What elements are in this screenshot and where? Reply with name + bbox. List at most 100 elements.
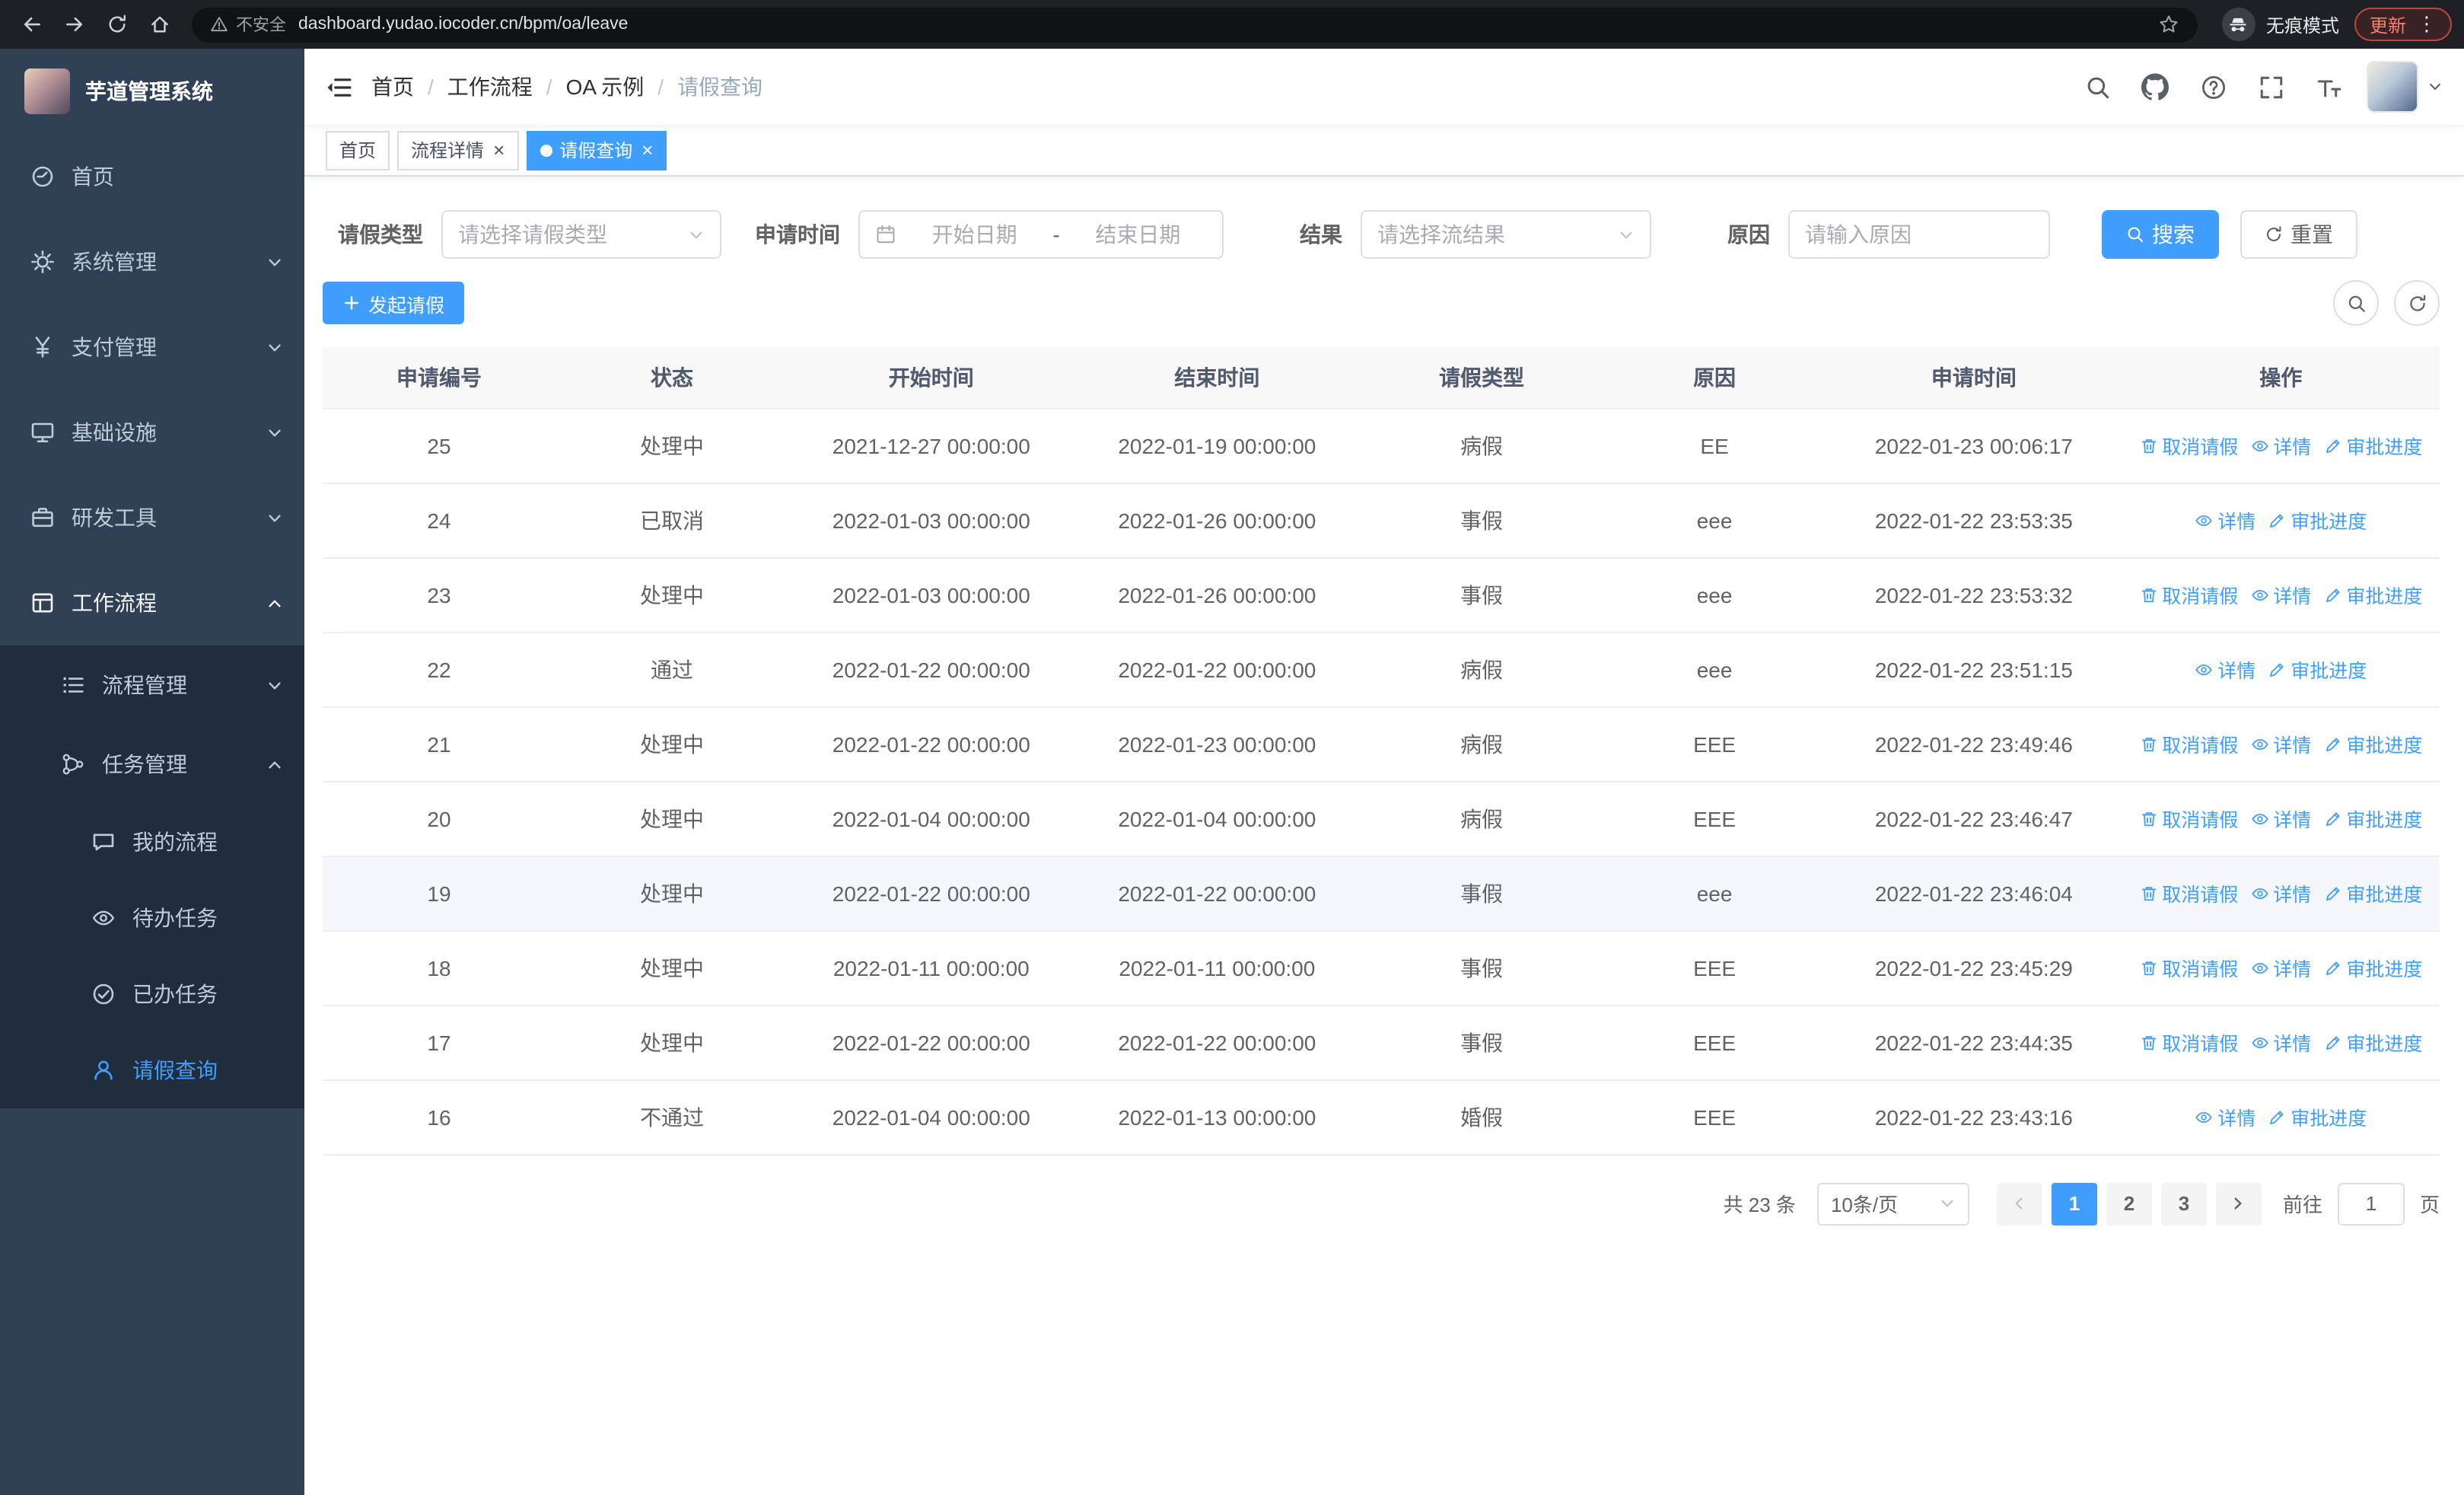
sidebar-item-my-process[interactable]: 我的流程 — [0, 804, 304, 880]
cancel-leave-link[interactable]: 取消请假 — [2139, 878, 2238, 907]
update-button[interactable]: 更新 ⋮ — [2354, 8, 2452, 41]
breadcrumb-item-home[interactable]: 首页 — [371, 72, 414, 102]
breadcrumb-item-workflow[interactable]: 工作流程 — [447, 72, 533, 102]
sidebar-item-home[interactable]: 首页 — [0, 134, 304, 219]
close-icon[interactable]: × — [641, 140, 653, 160]
goto-page-input[interactable] — [2337, 1182, 2405, 1225]
cancel-leave-link[interactable]: 取消请假 — [2139, 580, 2238, 609]
table-row: 24 已取消 2022-01-03 00:00:00 2022-01-26 00:00… — [323, 483, 2440, 558]
github-icon — [2141, 73, 2169, 100]
sidebar-item-label: 任务管理 — [102, 752, 187, 776]
sidebar-item-todo-tasks[interactable]: 待办任务 — [0, 880, 304, 956]
create-leave-button[interactable]: 发起请假 — [323, 282, 465, 324]
sidebar-item-workflow[interactable]: 工作流程 — [0, 560, 304, 645]
address-bar[interactable]: 不安全 dashboard.yudao.iocoder.cn/bpm/oa/le… — [192, 7, 2198, 42]
close-icon[interactable]: × — [493, 140, 505, 160]
table-row: 19 处理中 2022-01-22 00:00:00 2022-01-22 00:00… — [323, 856, 2440, 931]
breadcrumb-item-oa-example[interactable]: OA 示例 — [566, 72, 645, 102]
eye-icon — [2250, 585, 2268, 604]
detail-link[interactable]: 详情 — [2250, 878, 2311, 907]
home-button[interactable] — [140, 5, 180, 44]
leave-type-label: 请假类型 — [338, 222, 423, 247]
user-menu[interactable] — [2367, 61, 2443, 113]
page-button-1[interactable]: 1 — [2051, 1182, 2097, 1225]
cell-apply-time: 2022-01-22 23:49:46 — [1826, 706, 2122, 782]
toggle-search-button[interactable] — [2333, 280, 2379, 326]
detail-link[interactable]: 详情 — [2195, 1102, 2255, 1131]
filter-apply-time: 申请时间 开始日期 - 结束日期 — [740, 210, 1224, 259]
sidebar-item-leave-query[interactable]: 请假查询 — [0, 1032, 304, 1108]
sidebar-item-payment-mgmt[interactable]: 支付管理 — [0, 304, 304, 390]
detail-link[interactable]: 详情 — [2195, 505, 2255, 534]
avatar[interactable] — [2367, 61, 2418, 113]
reason-input[interactable] — [1788, 210, 2050, 259]
approval-progress-link[interactable]: 审批进度 — [2323, 878, 2422, 907]
sidebar-item-infrastructure[interactable]: 基础设施 — [0, 390, 304, 475]
bookmark-star-icon[interactable] — [2158, 14, 2179, 35]
cell-apply-time: 2022-01-22 23:53:35 — [1826, 483, 2122, 558]
chevron-up-icon — [266, 594, 283, 611]
detail-link[interactable]: 详情 — [2250, 804, 2311, 833]
font-size-button[interactable] — [2300, 49, 2357, 125]
cell-status: 不通过 — [556, 1079, 788, 1155]
detail-link[interactable]: 详情 — [2250, 729, 2311, 758]
cancel-leave-link[interactable]: 取消请假 — [2139, 953, 2238, 982]
browser-menu-icon[interactable]: ⋮ — [2417, 12, 2437, 37]
github-button[interactable] — [2126, 49, 2184, 125]
security-warning[interactable]: 不安全 — [210, 12, 286, 37]
detail-link[interactable]: 详情 — [2250, 580, 2311, 609]
approval-progress-link[interactable]: 审批进度 — [2268, 655, 2367, 684]
tab-home[interactable]: 首页 — [326, 130, 390, 170]
app-logo[interactable]: 芋道管理系统 — [0, 49, 304, 134]
detail-link[interactable]: 详情 — [2250, 953, 2311, 982]
cell-reason: eee — [1603, 856, 1826, 931]
approval-progress-link[interactable]: 审批进度 — [2323, 431, 2422, 460]
detail-link[interactable]: 详情 — [2250, 1028, 2311, 1057]
detail-link[interactable]: 详情 — [2195, 655, 2255, 684]
back-button[interactable] — [12, 5, 52, 44]
approval-progress-link[interactable]: 审批进度 — [2323, 580, 2422, 609]
sidebar-toggle[interactable] — [304, 49, 371, 125]
approval-progress-link[interactable]: 审批进度 — [2323, 804, 2422, 833]
apply-time-range-picker[interactable]: 开始日期 - 结束日期 — [858, 210, 1224, 259]
prev-page-button[interactable] — [1996, 1182, 2042, 1225]
eye-icon — [2250, 436, 2268, 454]
page-button-3[interactable]: 3 — [2160, 1182, 2207, 1225]
tab-leave-query[interactable]: 请假查询 × — [526, 130, 667, 170]
next-page-button[interactable] — [2215, 1182, 2262, 1225]
sidebar-item-process-mgmt[interactable]: 流程管理 — [0, 645, 304, 725]
page-size-select[interactable]: 10条/页 — [1816, 1182, 1969, 1225]
search-icon — [2126, 225, 2144, 244]
breadcrumb-separator: / — [428, 75, 434, 99]
incognito-icon — [2221, 8, 2255, 41]
approval-progress-link[interactable]: 审批进度 — [2268, 1102, 2367, 1131]
help-button[interactable] — [2184, 49, 2242, 125]
sidebar-item-system-mgmt[interactable]: 系统管理 — [0, 219, 304, 304]
sidebar-item-done-tasks[interactable]: 已办任务 — [0, 956, 304, 1032]
search-button[interactable]: 搜索 — [2102, 210, 2219, 259]
forward-button[interactable] — [55, 5, 94, 44]
sidebar-item-label: 工作流程 — [72, 591, 157, 615]
yen-icon — [30, 335, 55, 359]
reset-button[interactable]: 重置 — [2240, 210, 2357, 259]
approval-progress-link[interactable]: 审批进度 — [2268, 505, 2367, 534]
detail-link[interactable]: 详情 — [2250, 431, 2311, 460]
cancel-leave-link[interactable]: 取消请假 — [2139, 804, 2238, 833]
fullscreen-button[interactable] — [2242, 49, 2300, 125]
approval-progress-link[interactable]: 审批进度 — [2323, 729, 2422, 758]
reload-button[interactable] — [97, 5, 137, 44]
cancel-leave-link[interactable]: 取消请假 — [2139, 729, 2238, 758]
sidebar-item-dev-tools[interactable]: 研发工具 — [0, 475, 304, 560]
cell-end-time: 2022-01-22 00:00:00 — [1074, 856, 1361, 931]
cancel-leave-link[interactable]: 取消请假 — [2139, 1028, 2238, 1057]
result-select[interactable]: 请选择流结果 — [1361, 210, 1651, 259]
tab-process-detail[interactable]: 流程详情 × — [397, 130, 519, 170]
approval-progress-link[interactable]: 审批进度 — [2323, 1028, 2422, 1057]
leave-type-select[interactable]: 请选择请假类型 — [441, 210, 721, 259]
sidebar-item-task-mgmt[interactable]: 任务管理 — [0, 725, 304, 804]
refresh-table-button[interactable] — [2394, 280, 2440, 326]
cancel-leave-link[interactable]: 取消请假 — [2139, 431, 2238, 460]
approval-progress-link[interactable]: 审批进度 — [2323, 953, 2422, 982]
page-button-2[interactable]: 2 — [2106, 1182, 2152, 1225]
header-search-button[interactable] — [2068, 49, 2126, 125]
